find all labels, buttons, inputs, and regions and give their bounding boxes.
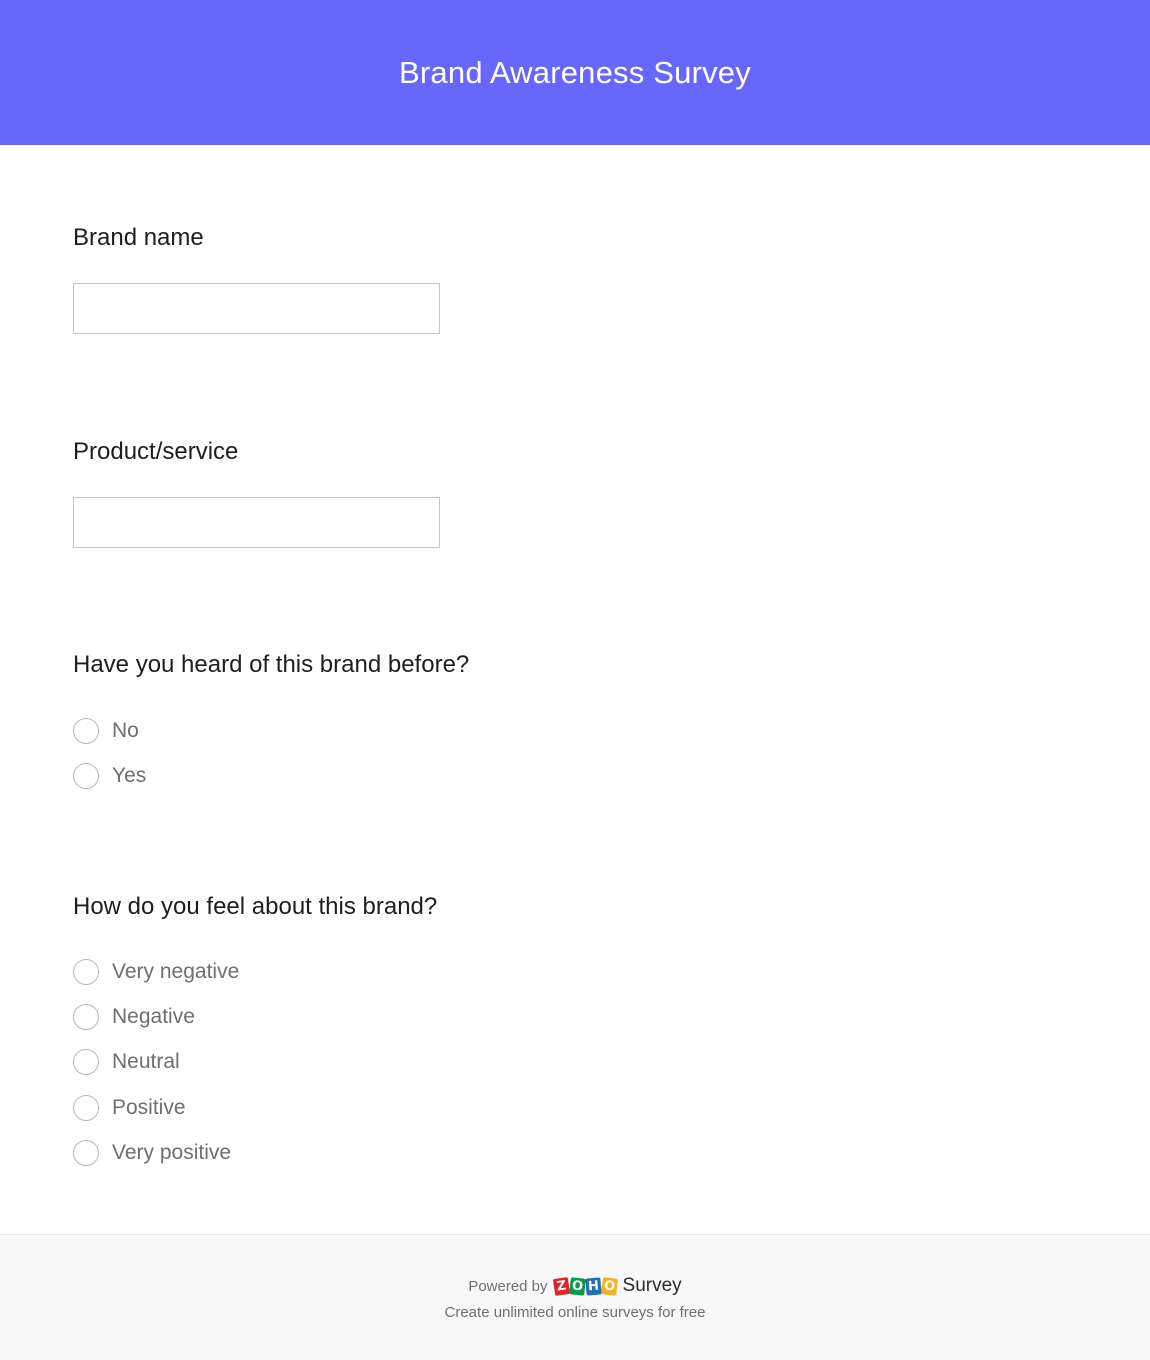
radio-button[interactable] xyxy=(73,1139,99,1166)
powered-by-row[interactable]: Powered by Z O H O Survey xyxy=(0,1275,1150,1297)
radio-option-yes[interactable]: Yes xyxy=(73,753,146,798)
radio-label: Very positive xyxy=(112,1140,232,1164)
radio-option-no[interactable]: No xyxy=(73,708,146,753)
radio-option-positive[interactable]: Positive xyxy=(73,1085,239,1130)
radio-button[interactable] xyxy=(73,717,99,744)
survey-header: Brand Awareness Survey xyxy=(0,0,1150,145)
radio-button[interactable] xyxy=(73,762,99,789)
zoho-logo-letter-o: O xyxy=(600,1276,618,1296)
zoho-logo-letter-h: H xyxy=(584,1276,602,1296)
radio-label: Neutral xyxy=(112,1050,180,1074)
survey-title: Brand Awareness Survey xyxy=(399,54,751,90)
radio-button[interactable] xyxy=(73,1094,99,1121)
radio-button[interactable] xyxy=(73,958,99,985)
zoho-logo-letter-o: O xyxy=(568,1276,586,1296)
radio-label: Negative xyxy=(112,1004,195,1028)
survey-footer: Powered by Z O H O Survey Create unlimit… xyxy=(0,1234,1150,1360)
radio-option-neutral[interactable]: Neutral xyxy=(73,1040,239,1085)
radio-option-negative[interactable]: Negative xyxy=(73,994,239,1039)
footer-tagline[interactable]: Create unlimited online surveys for free xyxy=(0,1304,1150,1321)
radio-button[interactable] xyxy=(73,1049,99,1076)
radio-label: Very negative xyxy=(112,959,240,983)
radio-label: Positive xyxy=(112,1095,186,1119)
zoho-logo-letter-z: Z xyxy=(552,1276,570,1296)
product-service-input[interactable] xyxy=(73,497,440,548)
radio-button[interactable] xyxy=(73,1003,99,1030)
zoho-logo[interactable]: Z O H O xyxy=(552,1276,618,1296)
product-name[interactable]: Survey xyxy=(623,1275,682,1297)
powered-by-text: Powered by xyxy=(468,1277,548,1295)
brand-name-input[interactable] xyxy=(73,283,440,334)
heard-before-radio-group: No Yes xyxy=(73,708,146,799)
question-label-brand-feeling: How do you feel about this brand? xyxy=(73,893,438,920)
brand-feeling-radio-group: Very negative Negative Neutral Positive … xyxy=(73,949,239,1175)
question-label-brand-name: Brand name xyxy=(73,224,204,251)
question-label-product-service: Product/service xyxy=(73,438,239,465)
radio-option-very-negative[interactable]: Very negative xyxy=(73,949,239,994)
radio-option-very-positive[interactable]: Very positive xyxy=(73,1130,239,1175)
radio-label: Yes xyxy=(112,763,147,787)
question-label-heard-before: Have you heard of this brand before? xyxy=(73,651,470,678)
radio-label: No xyxy=(112,718,139,742)
